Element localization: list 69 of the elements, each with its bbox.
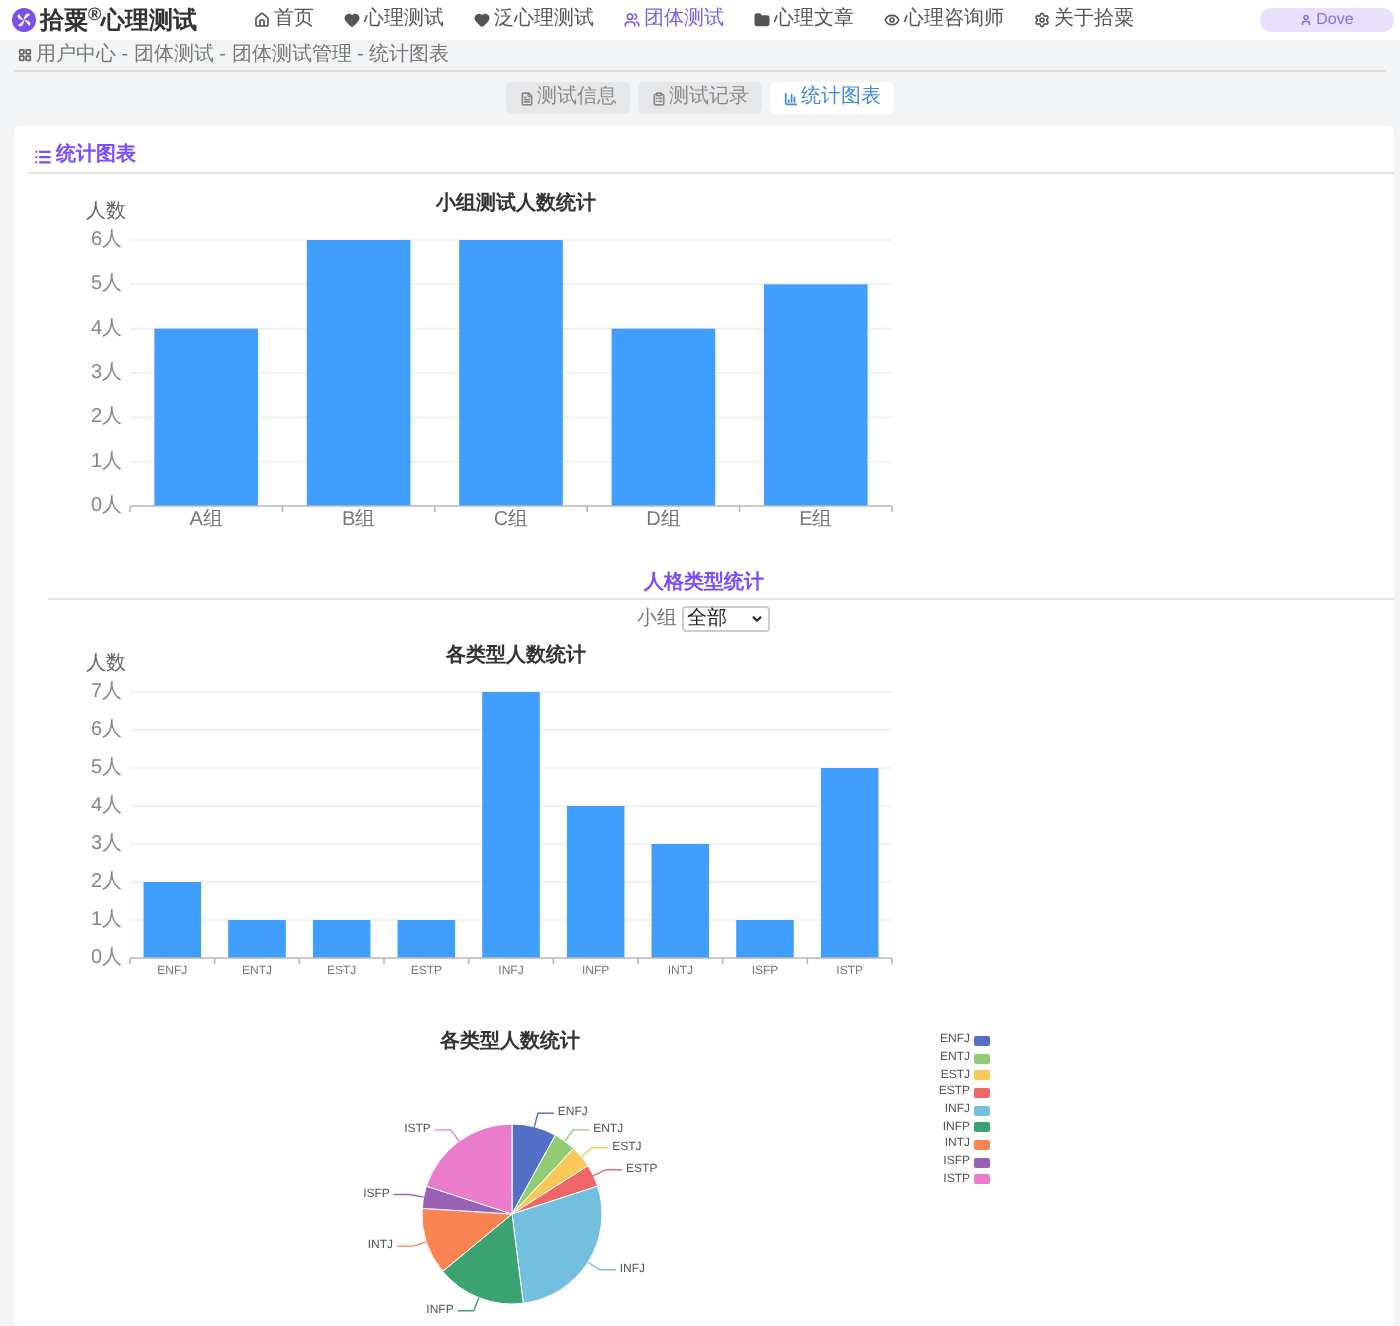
tick-label: 4人 xyxy=(90,317,122,340)
category-label: A组 xyxy=(189,509,223,530)
category-label: C组 xyxy=(493,509,529,530)
nav-link[interactable]: 团体测试 xyxy=(624,10,724,30)
tick-label: 2人 xyxy=(90,871,122,893)
section-heading: 人格类型统计 xyxy=(644,574,764,594)
leader-line xyxy=(587,1261,617,1271)
tick-label: 0人 xyxy=(90,947,122,969)
eye-icon xyxy=(884,12,900,28)
panel-heading: 统计图表 xyxy=(56,146,136,166)
logo-text: 拾粟$^{®}$心理测试 xyxy=(40,2,198,38)
folder-icon xyxy=(754,12,770,28)
group-select[interactable]: 全部 xyxy=(681,606,769,632)
category-label: B组 xyxy=(341,509,376,530)
grid-icon xyxy=(18,48,32,62)
category-label: E组 xyxy=(799,509,833,530)
heart-icon xyxy=(344,12,360,28)
tick-label: 1人 xyxy=(90,909,122,931)
chart-title: 小组测试人数统计 xyxy=(436,193,596,215)
leader-line xyxy=(592,1169,623,1177)
nav-link[interactable]: 首页 xyxy=(254,10,314,30)
bar xyxy=(736,920,794,958)
y-axis-title: 人数 xyxy=(86,653,126,675)
bar xyxy=(312,920,371,958)
filter-label: 小组 xyxy=(637,609,677,629)
house-icon xyxy=(254,12,270,28)
leader-line xyxy=(580,1147,609,1158)
bar xyxy=(397,920,456,958)
bar-chart-icon xyxy=(783,91,797,105)
list-icon xyxy=(34,147,52,165)
tick-label: 5人 xyxy=(90,273,122,296)
heart-icon xyxy=(474,12,490,28)
nav-link[interactable]: 心理文章 xyxy=(754,10,854,30)
settings-icon xyxy=(1034,12,1050,28)
tick-label: 2人 xyxy=(90,406,122,429)
tick-label: 4人 xyxy=(90,795,122,817)
logo-icon xyxy=(12,8,36,32)
tick-label: 5人 xyxy=(90,757,122,779)
tick-label: 3人 xyxy=(90,833,122,855)
leader-line xyxy=(564,1129,590,1142)
leader-line xyxy=(533,1112,555,1128)
breadcrumb: 用户中心 - 团体测试 - 团体测试管理 - 统计图表 xyxy=(36,45,450,65)
tick-label: 3人 xyxy=(90,362,122,384)
bar xyxy=(651,844,710,958)
leader-line xyxy=(393,1193,425,1198)
clipboard-icon xyxy=(651,91,665,105)
bar xyxy=(143,882,202,958)
chart-title: 各类型人数统计 xyxy=(446,645,586,667)
tick-label: 6人 xyxy=(90,229,122,251)
tab[interactable]: 统计图表 xyxy=(770,82,894,114)
bar xyxy=(228,920,286,958)
nav-link[interactable]: 泛心理测试 xyxy=(474,10,594,30)
y-axis-title: 人数 xyxy=(86,201,126,223)
tick-label: 7人 xyxy=(90,681,122,703)
chart-title: 各类型人数统计 xyxy=(440,1031,580,1053)
category-label: D组 xyxy=(646,509,681,530)
document-icon xyxy=(519,91,533,105)
tick-label: 1人 xyxy=(90,450,122,473)
tick-label: 6人 xyxy=(90,719,122,741)
nav-link[interactable]: 心理测试 xyxy=(344,10,444,30)
users-icon xyxy=(624,12,640,28)
leader-line xyxy=(396,1241,428,1247)
nav-link[interactable]: 心理咨询师 xyxy=(884,10,1004,30)
user-icon xyxy=(1300,14,1313,26)
leader-line xyxy=(434,1129,460,1142)
chevron-down-icon xyxy=(749,612,763,626)
nav-link[interactable]: 关于拾粟 xyxy=(1034,10,1134,30)
tick-label: 0人 xyxy=(90,495,122,517)
leader-line xyxy=(457,1297,480,1312)
